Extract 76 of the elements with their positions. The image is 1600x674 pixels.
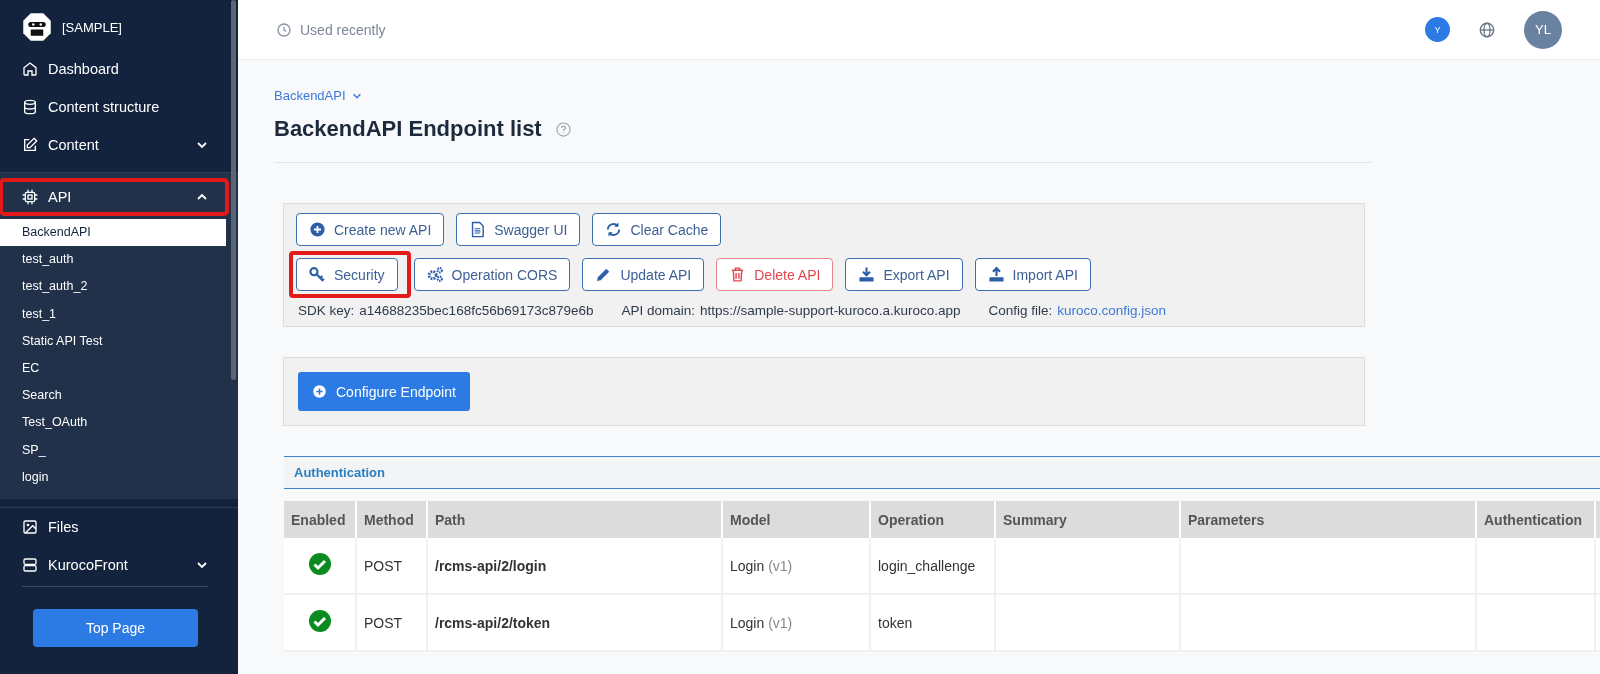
info-label: Config file: (988, 303, 1053, 318)
table-cell: Login (v1) (722, 538, 870, 594)
column-header: Path (427, 501, 722, 538)
scrollbar[interactable] (231, 0, 236, 380)
used-recently-link[interactable]: Used recently (300, 21, 386, 38)
action-button[interactable]: Update API (582, 258, 705, 291)
column-header: Operation (870, 501, 995, 538)
chip-icon (22, 189, 38, 205)
column-header: Enabled (284, 501, 356, 538)
database-icon (22, 99, 38, 115)
column-header: Model (722, 501, 870, 538)
page-title: BackendAPI Endpoint list (274, 116, 542, 142)
config-file-link[interactable]: kuroco.config.json (1057, 303, 1167, 318)
column-header: Parameters (1180, 501, 1476, 538)
section-header: Authentication (284, 456, 1600, 489)
nav-item[interactable]: Content structure (0, 88, 238, 126)
nav-item[interactable]: API (0, 179, 228, 215)
info-value: a14688235bec168fc56b69173c879e6b (359, 303, 594, 318)
gears-icon (426, 266, 444, 283)
sub-nav-item[interactable]: Test_OAuth (0, 409, 226, 437)
table-cell: token (870, 594, 995, 651)
logo-icon (22, 12, 52, 42)
upload-icon (987, 266, 1005, 283)
download-icon (858, 266, 876, 283)
sub-nav-item[interactable]: Static API Test (0, 327, 226, 355)
nav-item[interactable]: KurocoFront (0, 545, 238, 584)
sub-nav-item[interactable]: Search (0, 382, 226, 410)
sub-nav-item[interactable]: BackendAPI (0, 219, 226, 247)
action-button[interactable]: Operation CORS (413, 258, 571, 291)
table-cell: POST (356, 594, 427, 651)
site-name: [SAMPLE] (62, 19, 122, 35)
column-header: Method (356, 501, 427, 538)
nav-item[interactable]: Content (0, 126, 238, 164)
column-header: Authentication (1476, 501, 1595, 538)
document-icon (469, 221, 487, 238)
sub-nav-item[interactable]: test_1 (0, 300, 226, 328)
breadcrumb-dropdown[interactable]: BackendAPI (274, 88, 362, 103)
info-value: https://sample-support-kuroco.a.kuroco.app (700, 303, 961, 318)
house-icon (22, 61, 38, 77)
sub-nav-item[interactable]: test_auth (0, 246, 226, 274)
info-label: SDK key: (298, 303, 355, 318)
sub-nav-item[interactable]: EC (0, 354, 226, 383)
user-avatar[interactable]: YL (1524, 10, 1562, 49)
table-cell: POST (356, 538, 427, 594)
help-icon[interactable] (555, 121, 571, 137)
refresh-icon (605, 221, 623, 238)
table-cell: login_challenge (870, 538, 995, 594)
info-label: API domain: (621, 303, 696, 318)
sub-nav-item[interactable]: login (0, 463, 226, 491)
action-button[interactable]: Delete API (716, 258, 834, 291)
nav-item[interactable]: Files (0, 507, 238, 546)
chevron-down-icon (196, 139, 208, 151)
action-button[interactable]: Security (296, 258, 398, 291)
configure-endpoint-button[interactable]: Configure Endpoint (298, 372, 470, 411)
action-button[interactable]: Export API (845, 258, 963, 291)
globe-icon[interactable] (1478, 20, 1496, 39)
sub-nav-item[interactable]: test_auth_2 (0, 273, 226, 301)
clock-icon (276, 21, 292, 38)
column-header: Summary (995, 501, 1180, 538)
server-icon (22, 556, 38, 573)
user-badge[interactable]: Y (1425, 17, 1450, 42)
sub-nav-item[interactable]: SP_ (0, 436, 226, 464)
action-button[interactable]: Swagger UI (456, 213, 581, 246)
action-button[interactable]: Create new API (296, 213, 445, 246)
table-cell: Login (v1) (722, 594, 870, 651)
key-icon (309, 266, 326, 283)
table-cell: /rcms-api/2/login (427, 538, 722, 594)
edit-icon (22, 137, 38, 153)
action-button[interactable]: Clear Cache (592, 213, 722, 246)
action-button[interactable]: Import API (974, 258, 1091, 291)
image-icon (22, 518, 38, 535)
nav-item[interactable]: Dashboard (0, 50, 238, 88)
plus-circle-icon (312, 384, 327, 399)
top-page-button[interactable]: Top Page (33, 608, 198, 647)
plus-circle-icon (309, 221, 326, 238)
table-cell: /rcms-api/2/token (427, 594, 722, 651)
